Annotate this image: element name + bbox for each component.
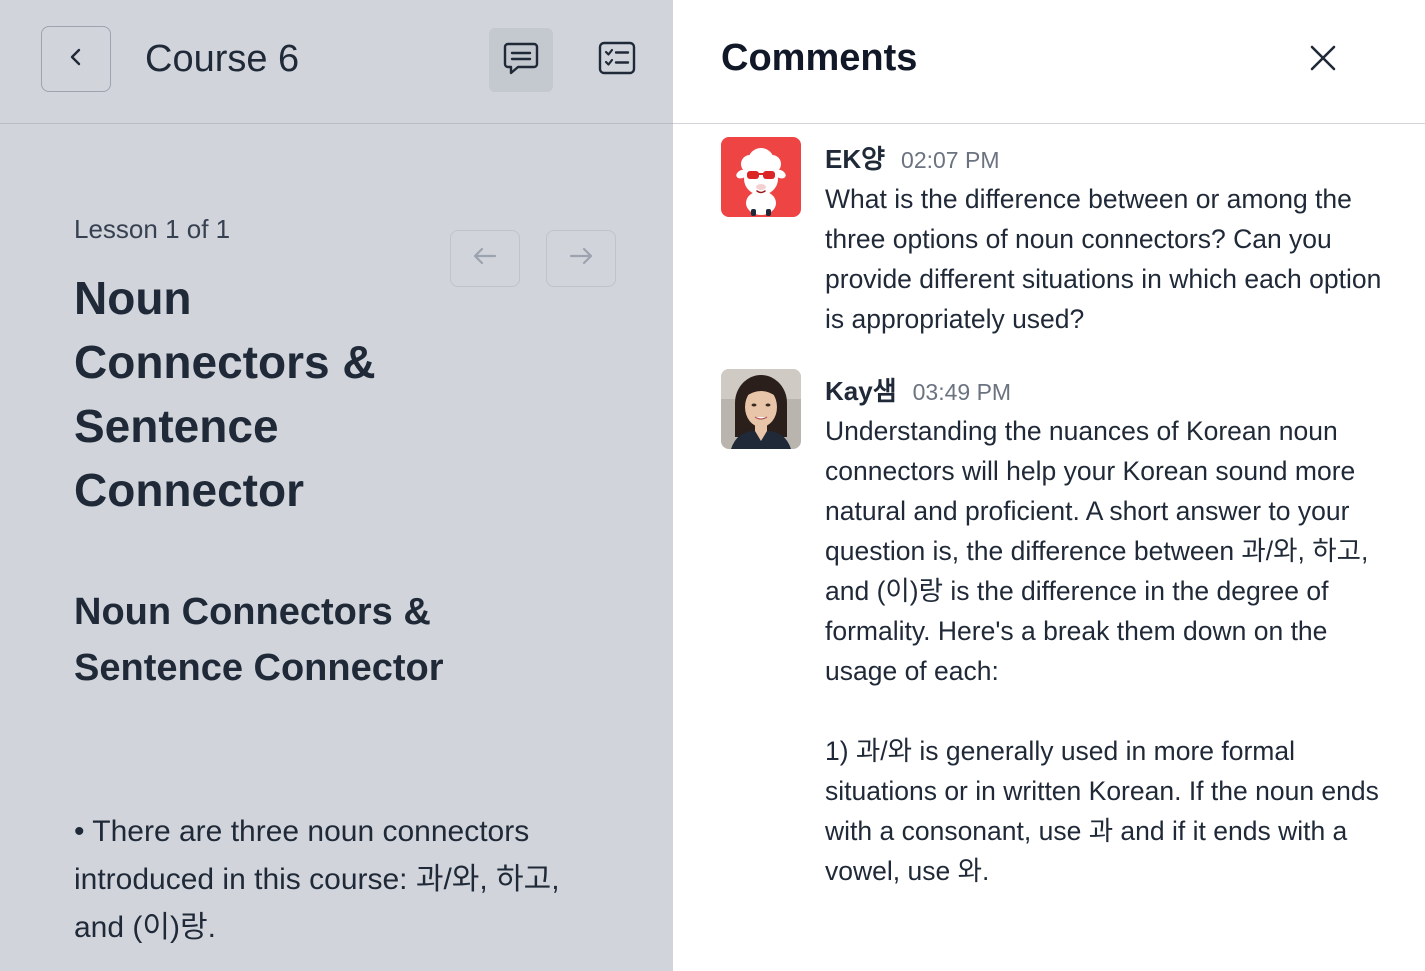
close-button[interactable]: [1301, 38, 1345, 82]
chevron-left-icon: [65, 46, 87, 73]
comment-time: 02:07 PM: [901, 147, 1000, 173]
comment-author[interactable]: EK양: [825, 139, 885, 176]
comment-meta: Kay샘 03:49 PM: [825, 369, 1385, 411]
avatar[interactable]: [721, 137, 801, 217]
arrow-left-icon: [471, 245, 499, 272]
comments-header: Comments: [673, 0, 1425, 124]
comments-icon: [500, 37, 542, 84]
comment-meta: EK양 02:07 PM: [825, 137, 1385, 179]
lesson-panel: Course 6 Lesson 1 of 1 Noun Connectors &…: [0, 0, 673, 971]
lesson-bullet-text: • There are three noun connectors introd…: [74, 815, 560, 944]
comments-panel: Comments EK양 02:07 PM What is the differ…: [673, 0, 1425, 971]
comment-time: 03:49 PM: [912, 379, 1012, 405]
course-title: Course 6: [145, 38, 300, 80]
close-icon: [1309, 44, 1337, 77]
checklist-icon: [596, 37, 638, 84]
comments-toggle-button[interactable]: [489, 28, 553, 92]
next-lesson-button[interactable]: [546, 230, 616, 287]
comment-text: What is the difference between or among …: [825, 184, 1382, 334]
section-heading: Noun Connectors & Sentence Connector: [74, 591, 444, 689]
app-root: Course 6 Lesson 1 of 1 Noun Connectors &…: [0, 0, 1425, 971]
comment-body: Kay샘 03:49 PM Understanding the nuances …: [825, 369, 1385, 891]
previous-lesson-button[interactable]: [450, 230, 520, 287]
lesson-count: Lesson 1 of 1: [74, 214, 231, 244]
comments-title: Comments: [721, 37, 918, 79]
comment-author[interactable]: Kay샘: [825, 371, 897, 408]
checklist-button[interactable]: [585, 28, 649, 92]
comment-text: Understanding the nuances of Korean noun…: [825, 416, 1379, 886]
arrow-right-icon: [567, 245, 595, 272]
lesson-header: Course 6: [0, 0, 673, 124]
lesson-title: Noun Connectors & Sentence Connector: [74, 272, 376, 516]
back-button[interactable]: [41, 26, 111, 92]
avatar[interactable]: [721, 369, 801, 449]
comment-body: EK양 02:07 PM What is the difference betw…: [825, 137, 1385, 339]
